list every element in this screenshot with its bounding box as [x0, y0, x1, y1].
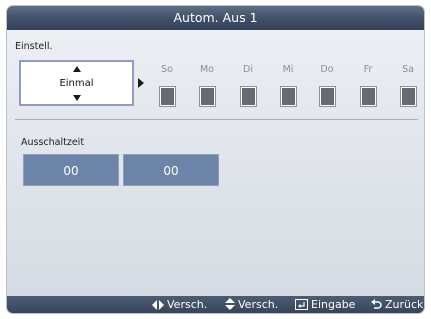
day-tuesday[interactable]: Di	[233, 63, 263, 106]
hint-label: Versch.	[167, 298, 208, 311]
return-icon	[371, 299, 382, 309]
ausschaltzeit-label: Ausschaltzeit	[21, 137, 85, 148]
hour-field[interactable]: 00	[23, 154, 119, 186]
arrow-right-icon	[138, 78, 144, 88]
einstell-label: Einstell.	[15, 41, 53, 52]
spin-up-arrow-icon[interactable]	[72, 66, 81, 72]
day-friday[interactable]: Fr	[353, 63, 383, 106]
day-saturday[interactable]: Sa	[393, 63, 423, 106]
divider	[15, 119, 418, 120]
day-label: Mi	[282, 64, 294, 75]
day-checkbox[interactable]	[280, 87, 296, 106]
spin-down-arrow-icon[interactable]	[72, 95, 81, 101]
hint-enter: Eingabe	[295, 296, 355, 313]
repeat-spinner[interactable]: Einmal	[19, 60, 134, 106]
day-checkbox[interactable]	[319, 87, 335, 106]
day-checkbox[interactable]	[360, 87, 376, 106]
day-wednesday[interactable]: Mi	[273, 63, 303, 106]
auto-off-dialog: Autom. Aus 1 Einstell. Einmal So Mo Di M…	[7, 6, 424, 313]
hint-move-vertical: Versch.	[225, 296, 278, 313]
day-label: So	[161, 64, 173, 75]
enter-icon	[295, 299, 308, 310]
hint-return: Zurück	[371, 296, 423, 313]
day-label: Mo	[199, 64, 214, 75]
minute-field[interactable]: 00	[123, 154, 219, 186]
hint-label: Eingabe	[311, 298, 356, 311]
day-checkbox[interactable]	[199, 87, 215, 106]
day-monday[interactable]: Mo	[192, 63, 222, 106]
hint-label: Versch.	[238, 298, 279, 311]
dialog-title: Autom. Aus 1	[7, 6, 424, 30]
day-label: Sa	[402, 64, 414, 75]
hint-move-horizontal: Versch.	[152, 296, 207, 313]
day-checkbox[interactable]	[400, 87, 416, 106]
hint-label: Zurück	[385, 298, 424, 311]
day-checkbox[interactable]	[240, 87, 256, 106]
day-sunday[interactable]: So	[152, 63, 182, 106]
repeat-value: Einmal	[59, 78, 94, 89]
day-thursday[interactable]: Do	[312, 63, 342, 106]
day-checkbox[interactable]	[159, 87, 175, 106]
day-label: Di	[243, 64, 253, 75]
up-down-arrows-icon	[225, 298, 235, 310]
footer-hint-bar: Versch. Versch. Eingabe Zurück	[7, 296, 424, 313]
day-label: Do	[320, 64, 334, 75]
left-right-arrows-icon	[152, 300, 164, 310]
day-label: Fr	[363, 64, 373, 75]
